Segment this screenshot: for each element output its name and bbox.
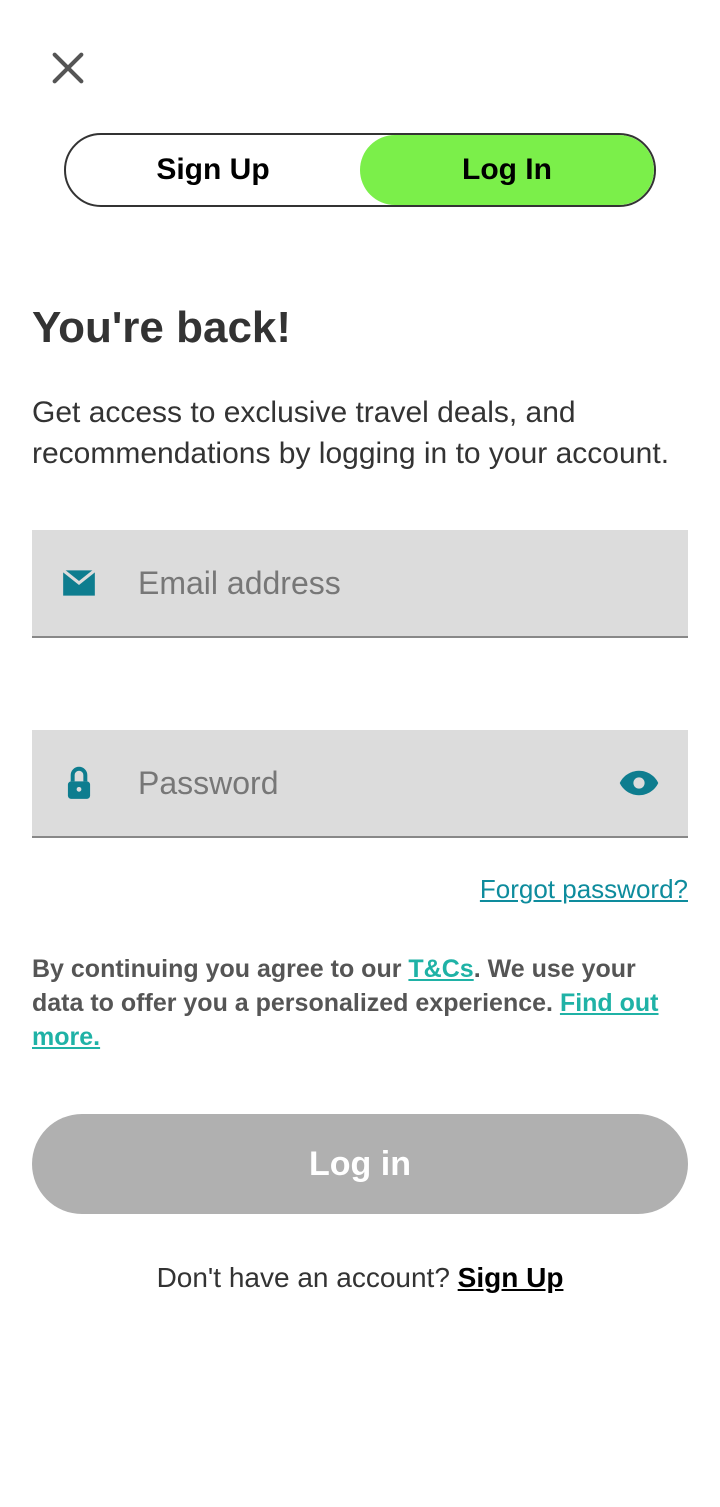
legal-prefix: By continuing you agree to our [32,955,408,983]
close-button[interactable] [48,48,88,93]
page-title: You're back! [32,303,688,353]
page-subtitle: Get access to exclusive travel deals, an… [32,393,688,474]
login-button[interactable]: Log in [32,1114,688,1214]
signup-link[interactable]: Sign Up [458,1262,564,1293]
signup-prompt-text: Don't have an account? [157,1262,458,1293]
lock-icon [60,764,98,802]
eye-icon [618,762,660,804]
tab-signup[interactable]: Sign Up [66,135,360,205]
tab-login[interactable]: Log In [360,135,654,205]
auth-tabs: Sign Up Log In [64,133,656,207]
toggle-password-visibility[interactable] [618,762,660,804]
forgot-password-link[interactable]: Forgot password? [480,874,688,904]
legal-text: By continuing you agree to our T&Cs. We … [32,953,688,1054]
signup-prompt: Don't have an account? Sign Up [32,1262,688,1294]
password-input-group [32,730,688,838]
close-icon [48,48,88,88]
email-field[interactable] [138,530,660,636]
email-icon [60,564,98,602]
password-field[interactable] [138,730,618,836]
email-input-group [32,530,688,638]
terms-link[interactable]: T&Cs [408,955,473,983]
